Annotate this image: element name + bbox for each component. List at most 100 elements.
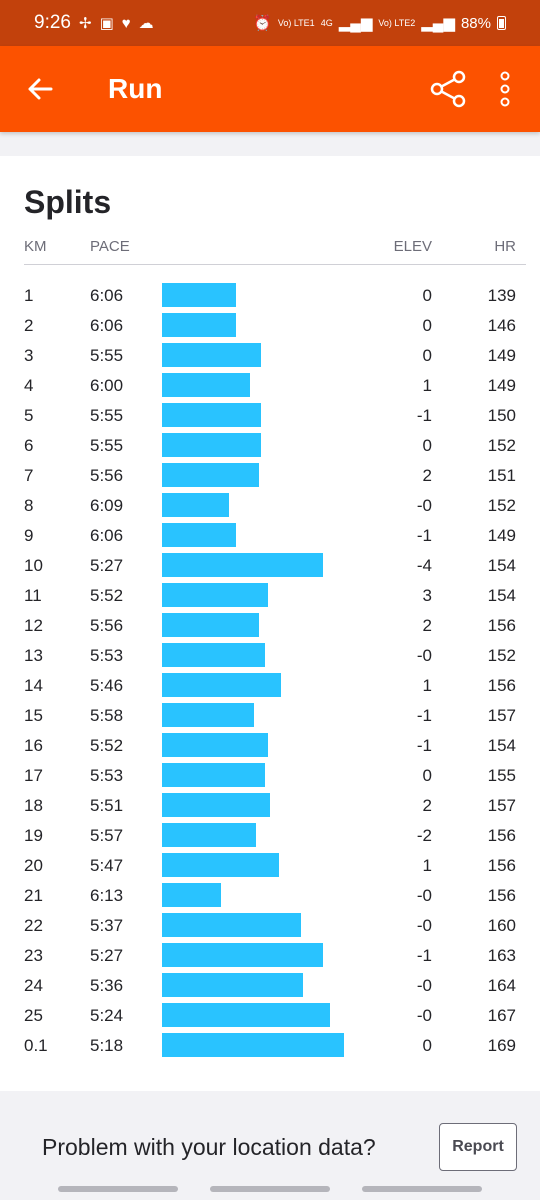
split-km: 9 xyxy=(24,526,34,545)
battery-icon xyxy=(497,16,506,30)
app-bar: Run xyxy=(0,46,540,132)
pace-bar xyxy=(162,943,324,967)
split-pace: 6:06 xyxy=(90,526,124,545)
gesture-nav-bar xyxy=(0,1186,540,1192)
split-pace: 5:27 xyxy=(90,946,124,965)
split-hr: 154 xyxy=(487,586,516,605)
split-hr: 139 xyxy=(487,286,516,305)
alarm-icon: ⏰ xyxy=(253,15,272,32)
split-km: 7 xyxy=(24,466,34,485)
split-row: 4 6:00 1 149 xyxy=(0,370,540,400)
pace-bar xyxy=(162,403,261,427)
split-hr: 149 xyxy=(487,526,516,545)
split-pace: 6:06 xyxy=(90,286,124,305)
split-row: 20 5:47 1 156 xyxy=(0,850,540,880)
pace-bar xyxy=(162,733,268,757)
split-pace: 5:18 xyxy=(90,1036,124,1055)
split-elev: -2 xyxy=(416,826,432,845)
split-pace: 5:52 xyxy=(90,586,124,605)
split-elev: -0 xyxy=(416,1006,432,1025)
split-hr: 154 xyxy=(487,556,516,575)
split-row: 10 5:27 -4 154 xyxy=(0,550,540,580)
split-hr: 149 xyxy=(487,346,516,365)
split-row: 6 5:55 0 152 xyxy=(0,430,540,460)
split-elev: 1 xyxy=(422,856,432,875)
page-title: Run xyxy=(108,73,163,104)
splits-table: 1 6:06 0 139 2 6:06 0 146 3 5:55 0 149 4 6:00 1 149 5 5:5… xyxy=(0,280,540,1060)
split-hr: 156 xyxy=(487,886,516,905)
pace-bar xyxy=(162,373,250,397)
pace-bar xyxy=(162,613,259,637)
split-elev: -0 xyxy=(416,886,432,905)
split-hr: 156 xyxy=(487,826,516,845)
split-row: 0.1 5:18 0 169 xyxy=(0,1030,540,1060)
pace-bar xyxy=(162,643,266,667)
split-row: 23 5:27 -1 163 xyxy=(0,940,540,970)
split-pace: 5:46 xyxy=(90,676,124,695)
network-label-1: Vo) LTE1 xyxy=(277,18,315,28)
split-pace: 5:51 xyxy=(90,796,124,815)
share-icon xyxy=(430,70,466,108)
split-row: 21 6:13 -0 156 xyxy=(0,880,540,910)
split-hr: 152 xyxy=(487,496,516,515)
split-km: 0.1 xyxy=(24,1036,48,1055)
report-button[interactable]: Report xyxy=(439,1123,517,1171)
split-elev: -4 xyxy=(416,556,432,575)
split-row: 3 5:55 0 149 xyxy=(0,340,540,370)
split-km: 5 xyxy=(24,406,34,425)
split-elev: -0 xyxy=(416,646,432,665)
splits-card: Splits KM PACE ELEV HR 1 6:06 0 139 2 6:06 0 14… xyxy=(0,156,540,1091)
pace-bar xyxy=(162,553,324,577)
nav-pill-right[interactable] xyxy=(362,1186,482,1192)
split-row: 8 6:09 -0 152 xyxy=(0,490,540,520)
split-elev: 2 xyxy=(422,616,432,635)
split-elev: -0 xyxy=(416,496,432,515)
split-elev: 2 xyxy=(422,466,432,485)
header-elev: ELEV xyxy=(393,238,432,255)
header-hr: HR xyxy=(494,238,516,255)
back-button[interactable] xyxy=(0,46,80,132)
splits-title: Splits xyxy=(24,184,112,220)
location-feedback-section: Problem with your location data? Report xyxy=(0,1094,540,1200)
split-km: 4 xyxy=(24,376,34,395)
split-hr: 156 xyxy=(487,676,516,695)
split-hr: 149 xyxy=(487,376,516,395)
split-km: 3 xyxy=(24,346,34,365)
split-km: 2 xyxy=(24,316,34,335)
nav-pill-left[interactable] xyxy=(58,1186,178,1192)
status-bar: 9:26 ✢ ▣ ♥ ☁ ⏰ Vo) LTE1 4G ▂▄▆ Vo) LTE2 … xyxy=(0,0,540,46)
split-row: 7 5:56 2 151 xyxy=(0,460,540,490)
split-row: 22 5:37 -0 160 xyxy=(0,910,540,940)
fan-icon: ✢ xyxy=(78,15,92,32)
split-elev: 1 xyxy=(422,676,432,695)
split-hr: 164 xyxy=(487,976,516,995)
split-row: 1 6:06 0 139 xyxy=(0,280,540,310)
split-km: 12 xyxy=(24,616,43,635)
signal-icon: ▂▄▆ xyxy=(338,15,373,32)
split-km: 14 xyxy=(24,676,43,695)
pace-bar xyxy=(162,343,261,367)
split-hr: 156 xyxy=(487,616,516,635)
pace-bar xyxy=(162,853,279,877)
battery-percent: 88% xyxy=(460,14,491,32)
split-pace: 6:00 xyxy=(90,376,124,395)
split-pace: 5:57 xyxy=(90,826,124,845)
split-row: 24 5:36 -0 164 xyxy=(0,970,540,1000)
split-elev: 0 xyxy=(422,766,432,785)
split-hr: 169 xyxy=(487,1036,516,1055)
more-options-button[interactable] xyxy=(474,59,536,119)
split-pace: 6:09 xyxy=(90,496,124,515)
header-divider xyxy=(24,264,526,265)
split-km: 10 xyxy=(24,556,43,575)
pace-bar xyxy=(162,673,281,697)
split-hr: 152 xyxy=(487,646,516,665)
split-row: 13 5:53 -0 152 xyxy=(0,640,540,670)
header-km: KM xyxy=(24,238,47,255)
split-km: 16 xyxy=(24,736,43,755)
nav-pill-center[interactable] xyxy=(210,1186,330,1192)
pace-bar xyxy=(162,463,259,487)
split-km: 15 xyxy=(24,706,43,725)
split-elev: -1 xyxy=(416,736,432,755)
split-km: 21 xyxy=(24,886,43,905)
share-button[interactable] xyxy=(422,59,474,119)
